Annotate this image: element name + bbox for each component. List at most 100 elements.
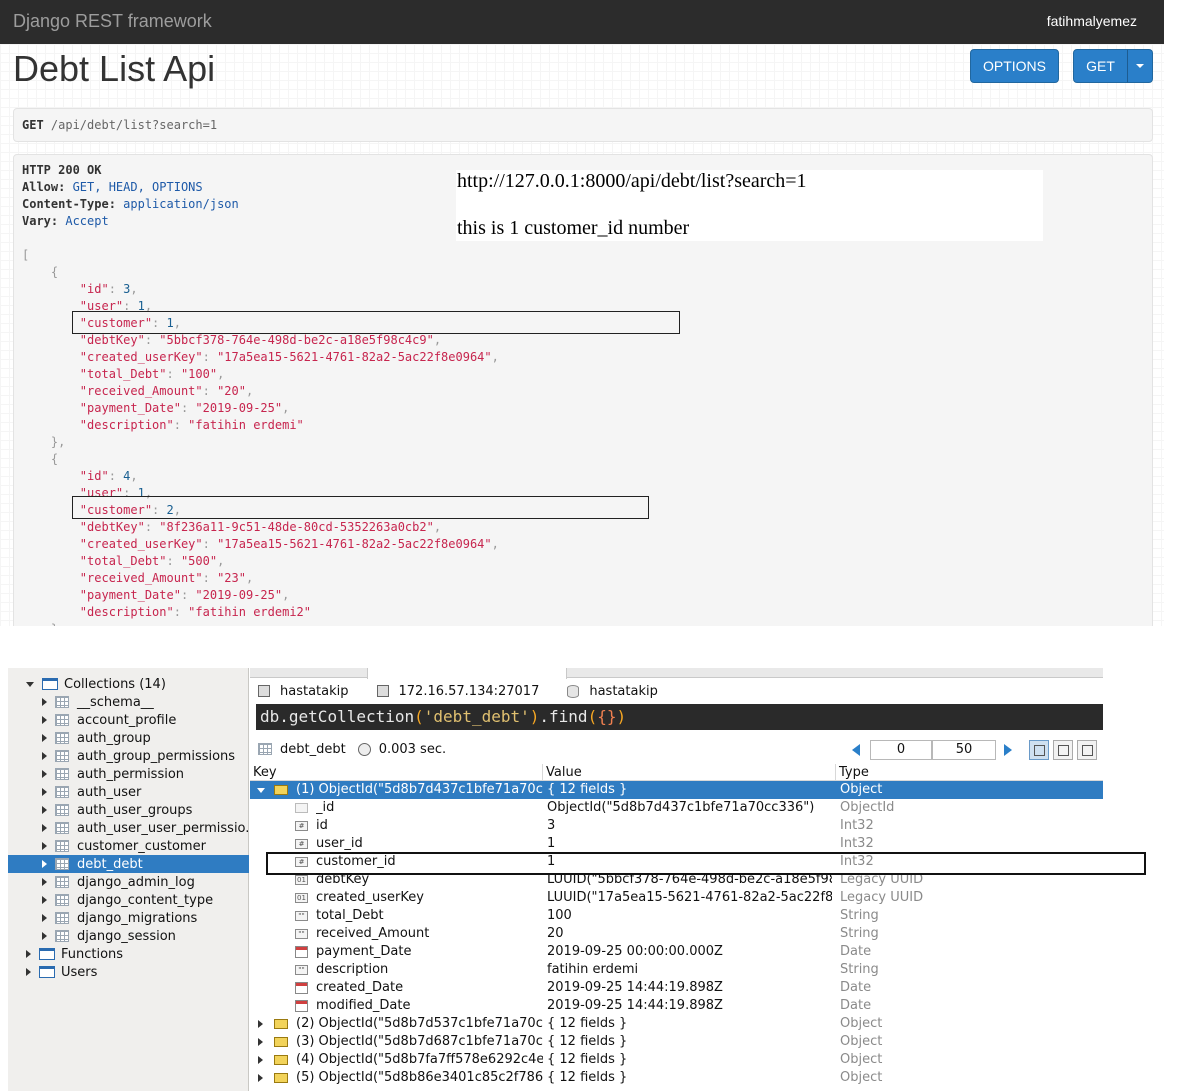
tree-collection-item[interactable]: __schema__ xyxy=(42,693,154,711)
tree-collection-item[interactable]: auth_user_user_permissio... xyxy=(42,819,258,837)
json-value-total_Debt: "100" xyxy=(180,367,218,381)
tree-collection-item[interactable]: auth_group_permissions xyxy=(42,747,235,765)
info-database: hastatakip xyxy=(280,683,349,699)
text-view-button[interactable] xyxy=(1077,740,1097,760)
collapse-icon xyxy=(257,788,265,793)
user-menu[interactable]: fatihmalyemez xyxy=(1047,13,1137,29)
document-row[interactable]: (4) ObjectId("5d8b7fa7ff578e6292c4e... { … xyxy=(250,1051,1103,1069)
tree-collection-item[interactable]: account_profile xyxy=(42,711,176,729)
json-field: "total_Debt": "500", xyxy=(79,554,225,568)
prev-page-icon[interactable] xyxy=(852,744,860,756)
tree-collections[interactable]: Collections (14) xyxy=(26,675,166,693)
row-key: modified_Date xyxy=(316,998,411,1013)
field-row[interactable]: _id ObjectId("5d8b7d437c1bfe71a70cc336") O… xyxy=(250,799,1103,817)
expand-icon xyxy=(42,806,47,814)
row-type: Object xyxy=(840,1070,883,1085)
tree-label: customer_customer xyxy=(77,838,206,854)
tree-label: django_migrations xyxy=(77,910,198,926)
robo3t-window: Collections (14) __schema__ account_profil… xyxy=(0,668,1178,1091)
field-row[interactable]: "" total_Debt 100 String xyxy=(250,907,1103,925)
expand-icon xyxy=(42,788,47,796)
field-row[interactable]: # user_id 1 Int32 xyxy=(250,835,1103,853)
tree-functions[interactable]: Functions xyxy=(26,945,123,963)
tree-label: auth_user xyxy=(77,784,142,800)
field-row[interactable]: created_Date 2019-09-25 14:44:19.898Z Date xyxy=(250,979,1103,997)
header-key: HTTP 200 OK xyxy=(22,163,102,177)
server-icon xyxy=(376,685,389,697)
tree-collection-item[interactable]: auth_user xyxy=(42,783,141,801)
row-value: 2019-09-25 00:00:00.000Z xyxy=(547,944,723,959)
tree-label: auth_group_permissions xyxy=(77,748,236,764)
tree-collection-item[interactable]: django_session xyxy=(42,927,176,945)
json-field: "debtKey": "5bbcf378-764e-498d-be2c-a18e… xyxy=(79,333,442,347)
tree-collection-item[interactable]: django_migrations xyxy=(42,909,197,927)
next-page-icon[interactable] xyxy=(1004,744,1012,756)
field-row[interactable]: payment_Date 2019-09-25 00:00:00.000Z Date xyxy=(250,943,1103,961)
row-value: 2019-09-25 14:44:19.898Z xyxy=(547,998,723,1013)
result-collection: debt_debt xyxy=(280,741,346,757)
document-row[interactable]: (3) ObjectId("5d8b7d687c1bfe71a70c... { 1… xyxy=(250,1033,1103,1051)
expand-icon xyxy=(42,860,47,868)
row-type: Date xyxy=(840,998,872,1013)
connection-tree: Collections (14) __schema__ account_profil… xyxy=(8,668,258,1091)
column-key[interactable]: Key xyxy=(250,764,543,781)
query-panel: hastatakip 172.16.57.134:27017 hastataki… xyxy=(250,668,1103,1091)
query-editor[interactable]: db.getCollection('debt_debt').find({}) xyxy=(256,704,1103,730)
field-row[interactable]: modified_Date 2019-09-25 14:44:19.898Z Dat… xyxy=(250,997,1103,1015)
table-view-button[interactable] xyxy=(1053,740,1073,760)
table-view-icon xyxy=(1058,745,1069,756)
tree-collection-item[interactable]: debt_debt xyxy=(8,855,249,873)
document-row[interactable]: (2) ObjectId("5d8b7d537c1bfe71a70c... { 1… xyxy=(250,1015,1103,1033)
tree-collection-item[interactable]: auth_user_groups xyxy=(42,801,192,819)
field-row[interactable]: # id 3 Int32 xyxy=(250,817,1103,835)
limit-input[interactable]: 50 xyxy=(932,740,996,760)
column-value[interactable]: Value xyxy=(543,764,836,781)
objectid-icon xyxy=(295,803,308,813)
tree-collection-item[interactable]: django_content_type xyxy=(42,891,213,909)
tree-label: auth_group xyxy=(77,730,151,746)
customer-id-highlight xyxy=(266,852,1146,875)
json-field: "description": "fatihin erdemi2" xyxy=(79,605,311,619)
info-db: hastatakip xyxy=(589,683,658,699)
row-value: { 12 fields } xyxy=(547,782,628,797)
get-button[interactable]: GET xyxy=(1073,49,1128,83)
query-method: getCollection xyxy=(288,707,415,726)
collection-icon xyxy=(55,714,69,726)
field-row[interactable]: "" description fatihin erdemi String xyxy=(250,961,1103,979)
document-row-expanded[interactable]: (1) ObjectId("5d8b7d437c1bfe71a70c... { 1… xyxy=(250,781,1103,799)
row-key: (4) ObjectId("5d8b7fa7ff578e6292c4e... xyxy=(296,1052,543,1067)
collection-icon xyxy=(258,743,272,755)
string-icon: "" xyxy=(295,911,308,921)
tree-view-button[interactable] xyxy=(1029,740,1049,760)
row-key: description xyxy=(316,962,389,977)
json-field: "id": 4, xyxy=(79,469,138,483)
json-value-description: "fatihin erdemi2" xyxy=(188,605,311,619)
annotation-text: this is 1 customer_id number xyxy=(457,217,690,239)
header-key: Vary: xyxy=(22,214,59,228)
row-type: ObjectId xyxy=(840,800,895,815)
options-button[interactable]: OPTIONS xyxy=(970,49,1059,83)
field-row[interactable]: 01 created_userKey LUUID("17a5ea15-5621-47… xyxy=(250,889,1103,907)
get-format-dropdown[interactable] xyxy=(1127,49,1153,83)
collection-icon xyxy=(55,912,69,924)
field-row[interactable]: "" received_Amount 20 String xyxy=(250,925,1103,943)
tree-collection-item[interactable]: auth_group xyxy=(42,729,151,747)
row-value: { 12 fields } xyxy=(547,1070,628,1085)
tree-collection-item[interactable]: customer_customer xyxy=(42,837,206,855)
expand-icon xyxy=(26,968,31,976)
text-view-icon xyxy=(1082,745,1093,756)
json-value-payment_Date: "2019-09-25" xyxy=(195,401,283,415)
tree-users[interactable]: Users xyxy=(26,963,97,981)
request-method: GET xyxy=(22,118,44,132)
document-row[interactable]: (5) ObjectId("5d8b86e3401c85c2f786... { 1… xyxy=(250,1069,1103,1087)
brand-link[interactable]: Django REST framework xyxy=(13,11,212,32)
column-type[interactable]: Type xyxy=(836,764,1103,781)
expand-icon xyxy=(42,770,47,778)
row-value: ObjectId("5d8b7d437c1bfe71a70cc336") xyxy=(547,800,815,815)
row-key: created_Date xyxy=(316,980,404,995)
tab-active[interactable] xyxy=(367,668,567,679)
skip-input[interactable]: 0 xyxy=(870,740,932,760)
expand-icon xyxy=(42,734,47,742)
tree-collection-item[interactable]: auth_permission xyxy=(42,765,184,783)
tree-collection-item[interactable]: django_admin_log xyxy=(42,873,195,891)
